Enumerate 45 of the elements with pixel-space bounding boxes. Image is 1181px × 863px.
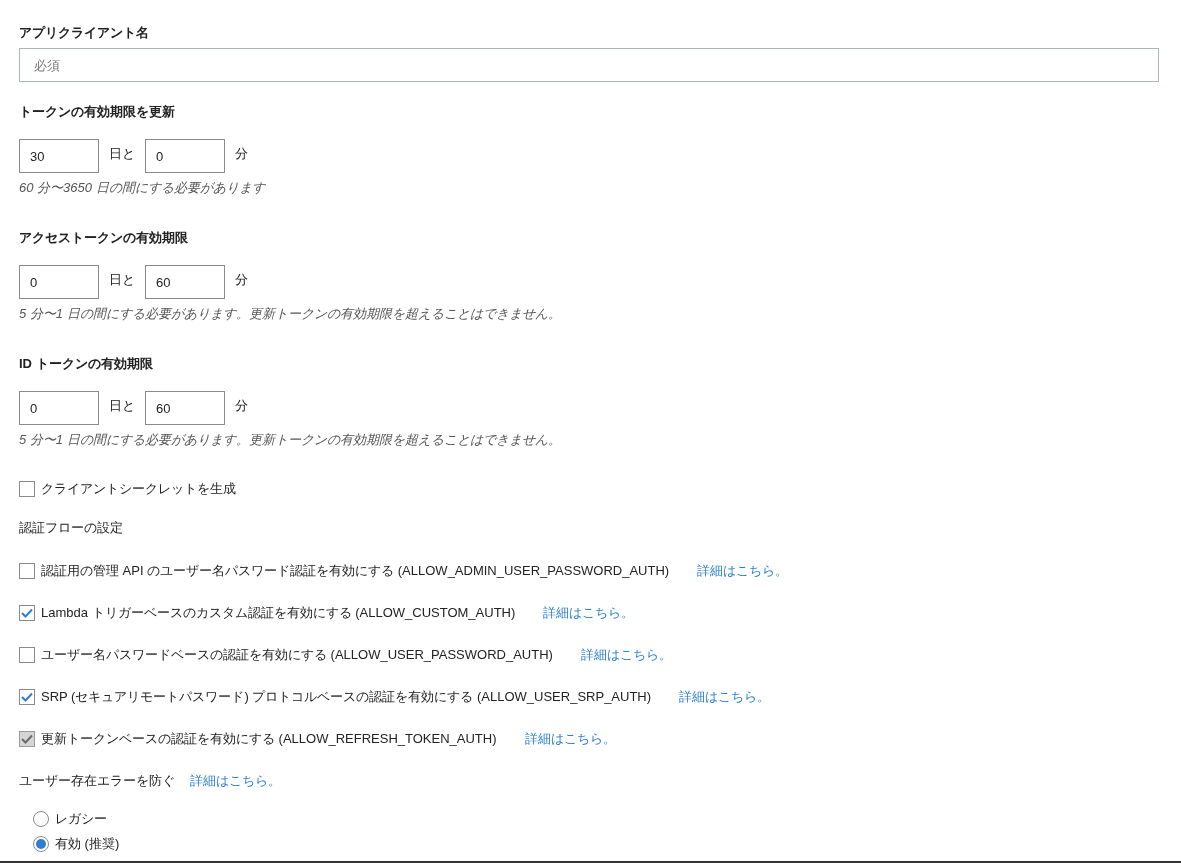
radio-label: 有効 (推奨)	[55, 835, 120, 854]
unit-label: 日と	[109, 271, 135, 290]
checkbox-label: ユーザー名パスワードベースの認証を有効にする (ALLOW_USER_PASSWORD_AUTH)	[41, 646, 553, 665]
hint-text: 5 分〜1 日の間にする必要があります。更新トークンの有効期限を超えることはできません。	[19, 431, 562, 449]
learn-more-link[interactable]: 詳細はこちら。	[697, 561, 789, 581]
unit-label: 分	[235, 145, 248, 164]
checkmark-icon	[21, 734, 33, 744]
checkbox[interactable]	[19, 480, 35, 497]
checkbox-label: Lambda トリガーベースのカスタム認証を有効にする (ALLOW_CUSTOM_AUTH)	[41, 604, 516, 623]
input-field[interactable]: 0	[145, 139, 225, 173]
checkbox-label: SRP (セキュアリモートパスワード) プロトコルベースの認証を有効にする (ALLOW_USER_SRP_AUTH)	[41, 688, 652, 707]
checkbox[interactable]	[19, 689, 35, 705]
radio-button[interactable]	[33, 811, 49, 827]
checkbox[interactable]	[19, 605, 35, 621]
input-field[interactable]: 0	[19, 265, 99, 299]
hint-text: 5 分〜1 日の間にする必要があります。更新トークンの有効期限を超えることはできません。	[19, 305, 562, 323]
unit-label: 日と	[109, 397, 135, 416]
checkbox[interactable]	[19, 563, 35, 579]
field-label: トークンの有効期限を更新	[19, 103, 176, 121]
learn-more-link[interactable]: 詳細はこちら。	[543, 603, 635, 623]
checkbox-label: 認証用の管理 API のユーザー名パスワード認証を有効にする (ALLOW_ADMIN_USER_PASSWORD_AUTH)	[41, 562, 670, 581]
input-field[interactable]: 60	[145, 265, 225, 299]
checkmark-icon	[21, 692, 33, 702]
field-label: ID トークンの有効期限	[19, 355, 154, 373]
learn-more-link[interactable]: 詳細はこちら。	[679, 687, 771, 707]
checkbox-label: クライアントシークレットを生成	[41, 480, 236, 498]
section-label: 認証フローの設定	[19, 518, 124, 537]
section-label: ユーザー存在エラーを防ぐ	[19, 771, 175, 790]
input-field[interactable]: 0	[19, 391, 99, 425]
unit-label: 分	[235, 271, 248, 290]
learn-more-link[interactable]: 詳細はこちら。	[190, 770, 281, 790]
checkbox[interactable]	[19, 647, 35, 663]
field-label: アプリクライアント名	[19, 24, 150, 42]
unit-label: 分	[235, 397, 248, 416]
hint-text: 60 分〜3650 日の間にする必要があります	[19, 179, 267, 197]
unit-label: 日と	[109, 145, 135, 164]
radio-label: レガシー	[55, 810, 107, 829]
learn-more-link[interactable]: 詳細はこちら。	[580, 645, 672, 665]
input-field[interactable]: 必須	[19, 48, 1159, 82]
input-field[interactable]: 30	[19, 139, 99, 173]
checkbox-label: 更新トークンベースの認証を有効にする (ALLOW_REFRESH_TOKEN_AUTH)	[41, 730, 497, 749]
checkmark-icon	[21, 608, 33, 618]
input-field[interactable]: 60	[145, 391, 225, 425]
radio-button[interactable]	[33, 836, 49, 852]
field-label: アクセストークンの有効期限	[19, 229, 189, 247]
